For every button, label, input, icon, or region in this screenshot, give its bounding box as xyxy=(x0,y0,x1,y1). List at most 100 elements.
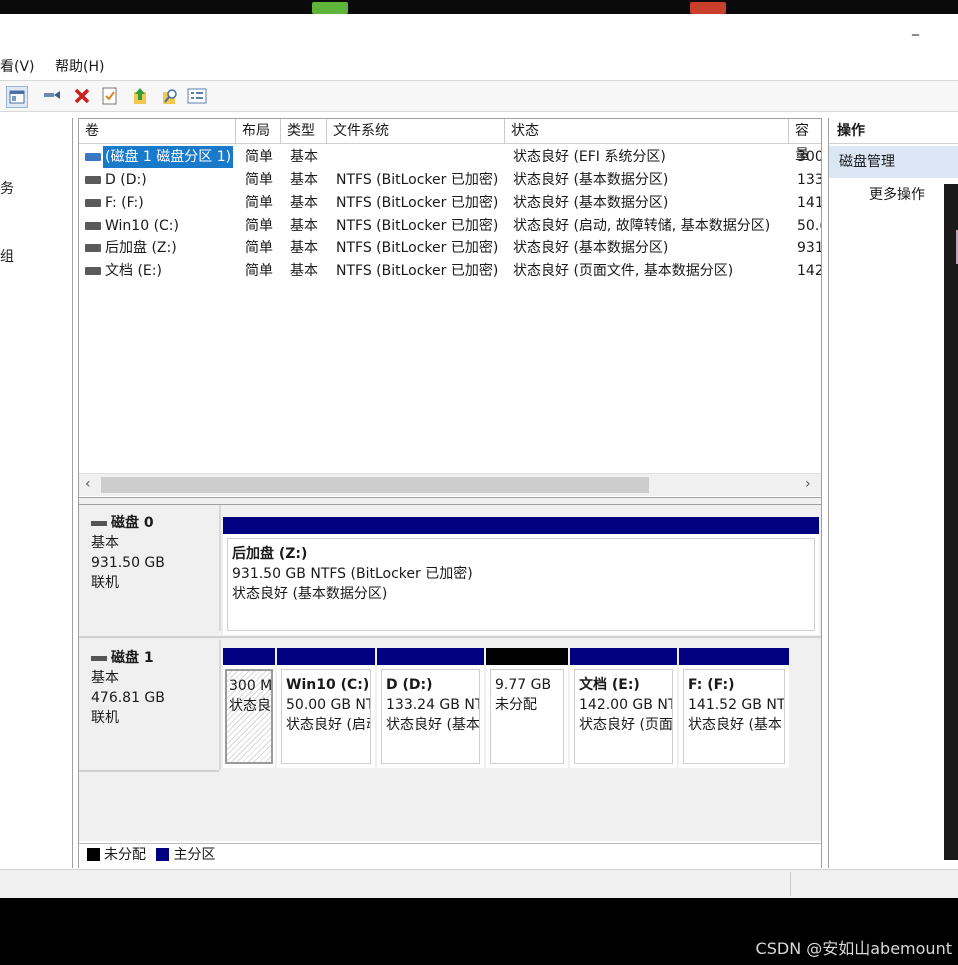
partition-status: 状态良好 (启动 xyxy=(286,717,371,733)
partition-bar xyxy=(223,517,819,534)
console-tree-icon[interactable] xyxy=(6,86,28,108)
disk-state: 联机 xyxy=(91,575,119,591)
partition-d[interactable]: D (D:) 133.24 GB NTFS 状态良好 (基本 xyxy=(377,648,484,768)
scrollbar-thumb[interactable] xyxy=(101,477,649,493)
legend-item-unallocated: 未分配 xyxy=(87,847,146,863)
help-icon[interactable] xyxy=(187,86,207,106)
partition-bar xyxy=(570,648,677,665)
volume-capacity: 141 xyxy=(797,195,821,211)
volume-icon xyxy=(85,244,101,252)
disk-1-label[interactable]: 磁盘 1 基本 476.81 GB 联机 xyxy=(81,640,221,770)
disk-management-window: _ 看(V) 帮助(H) 务 组 卷 布局 类型 文件系统 状态 容量 (磁盘 … xyxy=(0,14,958,898)
table-row[interactable]: 文档 (E:) 简单 基本 NTFS (BitLocker 已加密) 状态良好 … xyxy=(79,260,821,282)
volume-status: 状态良好 (基本数据分区) xyxy=(513,240,669,256)
volume-list: 卷 布局 类型 文件系统 状态 容量 (磁盘 1 磁盘分区 1) 简单 基本 状… xyxy=(79,119,821,473)
menu-help[interactable]: 帮助(H) xyxy=(55,56,104,76)
disk-state: 联机 xyxy=(91,710,119,726)
volume-icon xyxy=(85,176,101,184)
connect-icon[interactable] xyxy=(42,86,62,106)
volume-type: 基本 xyxy=(290,195,318,211)
search-icon[interactable] xyxy=(160,86,180,106)
table-row[interactable]: D (D:) 简单 基本 NTFS (BitLocker 已加密) 状态良好 (… xyxy=(79,169,821,191)
col-header-filesystem[interactable]: 文件系统 xyxy=(327,119,505,143)
partition-status: 未分配 xyxy=(495,697,537,713)
horizontal-scrollbar[interactable]: ‹ › xyxy=(79,473,821,496)
partition-size: 50.00 GB NTFS xyxy=(286,697,370,713)
volume-filesystem: NTFS (BitLocker 已加密) xyxy=(336,240,499,256)
volume-type: 基本 xyxy=(290,240,318,256)
volume-icon xyxy=(85,153,101,161)
disk-title: 磁盘 1 xyxy=(91,648,219,668)
delete-icon[interactable] xyxy=(72,86,92,106)
disk-icon xyxy=(91,520,107,526)
menu-view[interactable]: 看(V) xyxy=(0,56,35,76)
legend: 未分配 主分区 xyxy=(79,843,821,868)
action-disk-management[interactable]: 磁盘管理 xyxy=(829,146,958,178)
taskbar-app-icon[interactable] xyxy=(312,2,348,14)
legend-item-primary: 主分区 xyxy=(156,847,215,863)
actions-pane: 操作 磁盘管理 更多操作 xyxy=(828,118,958,868)
partition-z[interactable]: 后加盘 (Z:) 931.50 GB NTFS (BitLocker 已加密) … xyxy=(223,517,819,635)
table-row[interactable]: 后加盘 (Z:) 简单 基本 NTFS (BitLocker 已加密) 状态良好… xyxy=(79,237,821,259)
partition-f[interactable]: F: (F:) 141.52 GB NTFS 状态良好 (基本 xyxy=(679,648,789,768)
col-header-capacity[interactable]: 容量 xyxy=(789,119,821,163)
volume-layout: 简单 xyxy=(245,195,273,211)
partition-c[interactable]: Win10 (C:) 50.00 GB NTFS 状态良好 (启动 xyxy=(277,648,375,768)
up-icon[interactable] xyxy=(130,86,150,106)
volume-type: 基本 xyxy=(290,172,318,188)
tree-item-label[interactable]: 务 xyxy=(0,178,14,198)
volume-status: 状态良好 (基本数据分区) xyxy=(513,172,669,188)
desktop-top-strip xyxy=(0,0,958,14)
scroll-right-arrow[interactable]: › xyxy=(805,476,811,492)
volume-capacity: 300 xyxy=(797,149,821,165)
partition-name: 后加盘 (Z:) xyxy=(232,546,308,562)
status-divider xyxy=(790,872,791,896)
volume-type: 基本 xyxy=(290,263,318,279)
disk-size: 931.50 GB xyxy=(91,555,165,571)
partition-e[interactable]: 文档 (E:) 142.00 GB NTFS 状态良好 (页面 xyxy=(570,648,677,768)
col-header-layout[interactable]: 布局 xyxy=(236,119,281,143)
partition-name: 文档 (E:) xyxy=(579,677,640,693)
table-row[interactable]: (磁盘 1 磁盘分区 1) 简单 基本 状态良好 (EFI 系统分区) 300 xyxy=(79,146,821,168)
volume-capacity: 142 xyxy=(797,263,821,279)
actions-header: 操作 xyxy=(829,118,958,144)
action-more-actions[interactable]: 更多操作 xyxy=(869,184,925,206)
console-tree-pane[interactable]: 务 组 xyxy=(0,118,73,868)
menu-bar: 看(V) 帮助(H) xyxy=(0,52,958,80)
disk-0-label[interactable]: 磁盘 0 基本 931.50 GB 联机 xyxy=(81,505,221,631)
minimize-button[interactable]: _ xyxy=(912,21,924,35)
table-row[interactable]: Win10 (C:) 简单 基本 NTFS (BitLocker 已加密) 状态… xyxy=(79,215,821,237)
partition-unallocated[interactable]: 9.77 GB 未分配 xyxy=(486,648,568,768)
partition-status: 状态良好 (基本 xyxy=(386,717,480,733)
volume-icon xyxy=(85,267,101,275)
partition-name: Win10 (C:) xyxy=(286,677,370,693)
toolbar xyxy=(0,80,958,112)
status-bar xyxy=(0,869,958,898)
partition-body: F: (F:) 141.52 GB NTFS 状态良好 (基本 xyxy=(683,669,785,764)
title-bar: _ xyxy=(0,14,958,50)
col-header-type[interactable]: 类型 xyxy=(281,119,327,143)
disk-separator xyxy=(79,770,219,772)
col-header-status[interactable]: 状态 xyxy=(505,119,789,143)
partition-body: 300 M 状态良 xyxy=(225,669,273,764)
partition-efi[interactable]: 300 M 状态良 xyxy=(223,648,275,768)
table-row[interactable]: F: (F:) 简单 基本 NTFS (BitLocker 已加密) 状态良好 … xyxy=(79,192,821,214)
col-header-volume[interactable]: 卷 xyxy=(79,119,236,143)
properties-icon[interactable] xyxy=(100,86,120,106)
partition-bar xyxy=(486,648,568,665)
partition-status: 状态良好 (页面 xyxy=(579,717,673,733)
legend-swatch xyxy=(87,848,100,861)
volume-name: D (D:) xyxy=(105,172,147,188)
volume-type: 基本 xyxy=(290,149,318,165)
scroll-left-arrow[interactable]: ‹ xyxy=(85,476,91,492)
tree-item-label[interactable]: 组 xyxy=(0,246,14,266)
volume-icon xyxy=(85,199,101,207)
taskbar-app-icon[interactable] xyxy=(690,2,726,14)
disk-type: 基本 xyxy=(91,670,119,686)
pane-splitter[interactable] xyxy=(79,497,821,505)
partition-status: 状态良 xyxy=(229,698,271,714)
volume-filesystem: NTFS (BitLocker 已加密) xyxy=(336,263,499,279)
volume-status: 状态良好 (基本数据分区) xyxy=(513,195,669,211)
volume-name: F: (F:) xyxy=(105,195,144,211)
volume-capacity: 50.( xyxy=(797,218,821,234)
